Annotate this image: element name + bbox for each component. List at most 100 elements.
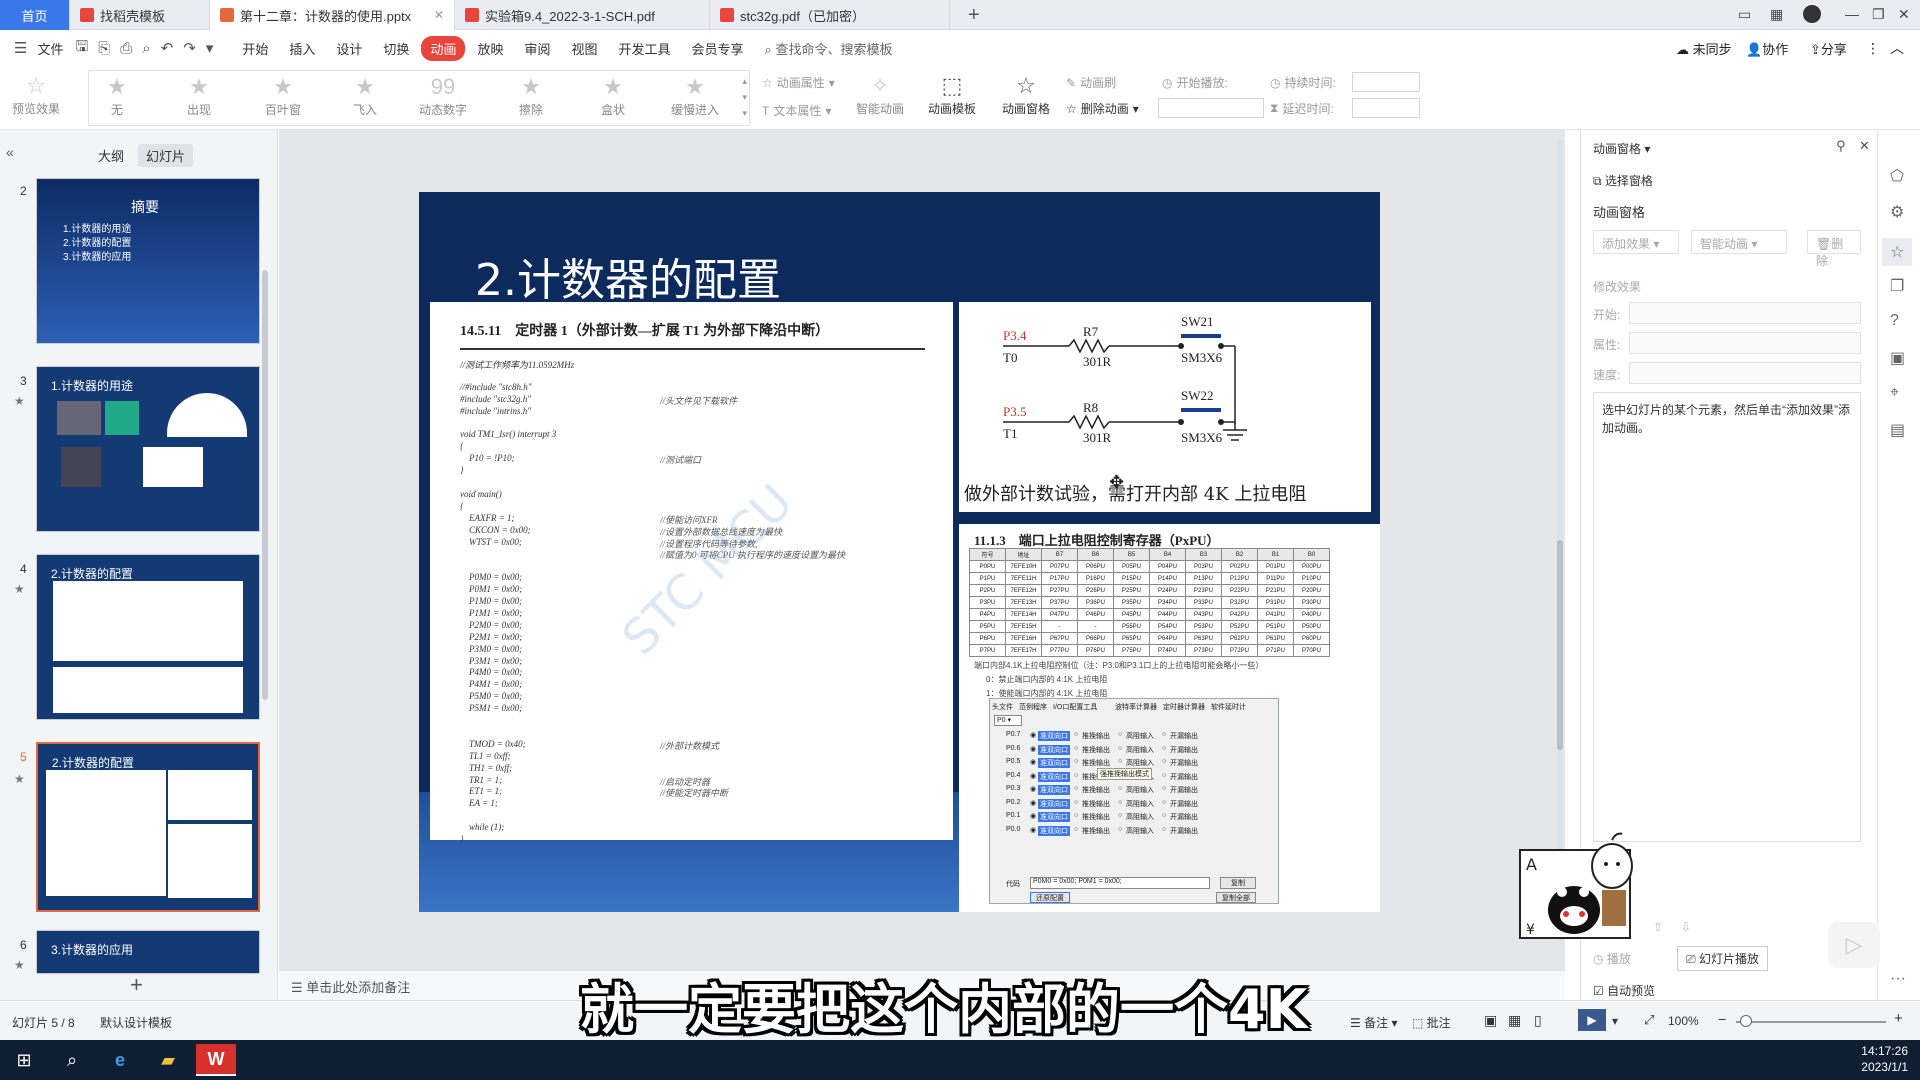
slide[interactable]: 2.计数器的配置 14.5.11 定时器 1（外部计数—扩展 T1 为外部下降沿…: [419, 192, 1380, 912]
restore-icon[interactable]: ❐: [1872, 6, 1885, 23]
mode-radio[interactable]: ○: [1118, 785, 1122, 792]
pane-close-icon[interactable]: ✕: [1859, 138, 1870, 154]
mode-radio[interactable]: ○: [1074, 799, 1078, 806]
mode-radio[interactable]: ◉: [1030, 758, 1036, 766]
anim-blinds[interactable]: ★ 百叶窗: [265, 73, 301, 118]
minimize-icon[interactable]: —: [1845, 6, 1859, 22]
code-output[interactable]: P0M0 = 0x00; P0M1 = 0x00;: [1030, 877, 1210, 889]
menu-view[interactable]: 视图: [562, 36, 606, 61]
mode-radio[interactable]: ○: [1118, 745, 1122, 752]
mode-radio[interactable]: ○: [1162, 758, 1166, 765]
slide-thumbnail-5[interactable]: 2.计数器的配置: [36, 742, 260, 912]
more-dots-icon[interactable]: ···: [1890, 970, 1906, 988]
menu-start[interactable]: 开始: [233, 36, 277, 61]
anim-pane-button[interactable]: ☆ 动画窗格: [1002, 72, 1050, 117]
tool-tab[interactable]: 范例程序: [1019, 702, 1047, 712]
smart-anim-pane-button[interactable]: 智能动画 ▾: [1691, 230, 1787, 254]
mode-radio[interactable]: ○: [1074, 745, 1078, 752]
tool-tab[interactable]: 头文件: [992, 702, 1013, 712]
code-image[interactable]: 14.5.11 定时器 1（外部计数—扩展 T1 为外部下降沿中断） //测试工…: [430, 302, 953, 844]
print-icon[interactable]: ⎙: [120, 40, 132, 57]
slide-thumbnail-3[interactable]: 1.计数器的用途: [36, 366, 260, 532]
add-slide-icon[interactable]: +: [130, 972, 143, 998]
menu-transition[interactable]: 切换: [374, 36, 418, 61]
anim-box[interactable]: ★ 盒状: [601, 73, 625, 118]
mode-radio[interactable]: ○: [1118, 731, 1122, 738]
menu-devtools[interactable]: 开发工具: [610, 36, 680, 61]
canvas-scrollbar[interactable]: [1557, 540, 1563, 750]
zoom-out-icon[interactable]: −: [1718, 1011, 1726, 1027]
copy-all-button[interactable]: 复制全部: [1216, 892, 1256, 903]
wps-icon[interactable]: W: [196, 1044, 236, 1076]
anim-brush-button[interactable]: ✎ 动画刷: [1066, 74, 1116, 91]
edge-icon[interactable]: e: [96, 1040, 144, 1080]
start-select[interactable]: [1629, 302, 1861, 324]
mode-radio[interactable]: ○: [1074, 785, 1078, 792]
tool-tab[interactable]: 定时器计算器: [1163, 702, 1205, 712]
tab-outline[interactable]: 大纲: [90, 144, 132, 167]
mode-radio[interactable]: ○: [1162, 731, 1166, 738]
anim-dynamic-number[interactable]: 99 动态数字: [419, 73, 467, 118]
location-icon[interactable]: ⌖: [1890, 384, 1899, 402]
mode-radio[interactable]: ○: [1074, 812, 1078, 819]
copy-button[interactable]: 复制: [1220, 877, 1256, 889]
mode-radio[interactable]: ○: [1162, 745, 1166, 752]
tool-tab[interactable]: 软件延时计: [1211, 702, 1246, 712]
anim-props-button[interactable]: ☆ 动画属性 ▾: [762, 74, 835, 91]
mode-radio[interactable]: ○: [1162, 799, 1166, 806]
reset-config-button[interactable]: 还原配置: [1030, 892, 1070, 903]
anim-none[interactable]: ★ 无: [107, 73, 127, 118]
autopreview-checkbox[interactable]: ☑ 自动预览: [1593, 982, 1655, 999]
menu-slideshow[interactable]: 放映: [468, 36, 512, 61]
slideshow-play-button[interactable]: ▶: [1578, 1009, 1606, 1031]
tab-pptx[interactable]: 第十二章：计数器的使用.pptx ✕: [210, 0, 455, 30]
port-select[interactable]: P0 ▾: [994, 715, 1022, 726]
delete-button[interactable]: 🗑删除: [1807, 230, 1861, 268]
mode-radio[interactable]: ◉: [1030, 812, 1036, 820]
anim-slow-enter[interactable]: ★ 缓慢进入: [671, 73, 719, 118]
system-clock[interactable]: 14:17:26 2023/1/1: [1861, 1043, 1908, 1075]
io-config-tool[interactable]: 头文件 范例程序 I/O口配置工具 波特率计算器 定时器计算器 软件延时计 P0 ▾ P0…: [989, 698, 1279, 904]
close-icon[interactable]: ✕: [434, 8, 444, 22]
slide-thumbnail-2[interactable]: 摘要 1.计数器的用途 2.计数器的配置 3.计数器的应用: [36, 178, 260, 344]
mode-radio[interactable]: ○: [1074, 758, 1078, 765]
duration-input[interactable]: [1352, 72, 1420, 92]
tool-tab[interactable]: 波特率计算器: [1115, 702, 1157, 712]
command-search[interactable]: ⌕ 查找命令、搜索模板: [756, 36, 902, 61]
mode-radio[interactable]: ◉: [1030, 785, 1036, 793]
settings-slider-icon[interactable]: ⚙: [1890, 202, 1904, 222]
window-close-icon[interactable]: ✕: [1898, 6, 1910, 23]
file-explorer-icon[interactable]: ▰: [144, 1040, 192, 1080]
add-tab-icon[interactable]: +: [968, 4, 980, 27]
mode-radio[interactable]: ○: [1118, 799, 1122, 806]
mode-radio[interactable]: ○: [1118, 826, 1122, 833]
anim-template-button[interactable]: ⬚ 动画模板: [928, 72, 976, 117]
slide-title[interactable]: 2.计数器的配置: [475, 244, 781, 308]
play-button[interactable]: ◷ 播放: [1593, 950, 1631, 967]
tab-home[interactable]: 首页: [0, 0, 70, 30]
book-icon[interactable]: ▤: [1890, 420, 1905, 440]
menu-member[interactable]: 会员专享: [683, 36, 753, 61]
hamburger-icon[interactable]: ☰: [14, 39, 27, 57]
gallery-scroll[interactable]: ▴ ▾ ▾: [742, 73, 747, 121]
template-name[interactable]: 默认设计模板: [100, 1014, 172, 1031]
image-icon[interactable]: ▣: [1890, 348, 1905, 368]
normal-view-icon[interactable]: ▣: [1484, 1012, 1497, 1029]
zoom-level[interactable]: 100%: [1668, 1014, 1699, 1028]
mode-radio[interactable]: ○: [1118, 812, 1122, 819]
mode-radio[interactable]: ○: [1162, 826, 1166, 833]
zoom-slider[interactable]: [1736, 1021, 1886, 1023]
windows-start-icon[interactable]: ⊞: [0, 1040, 48, 1080]
mode-radio[interactable]: ○: [1074, 731, 1078, 738]
sorter-view-icon[interactable]: ▦: [1508, 1012, 1521, 1029]
animation-star-icon[interactable]: ☆: [1882, 238, 1913, 266]
slide-thumbnail-6[interactable]: 3.计数器的应用: [36, 930, 260, 974]
collapse-panel-icon[interactable]: «: [6, 144, 14, 160]
export-icon[interactable]: ⎘: [98, 40, 110, 57]
collapse-ribbon-icon[interactable]: ︿: [1890, 38, 1904, 58]
mode-radio[interactable]: ○: [1118, 758, 1122, 765]
collab-button[interactable]: 👤协作: [1746, 39, 1788, 58]
prop-select[interactable]: [1629, 332, 1861, 354]
anim-fly-in[interactable]: ★ 飞入: [353, 73, 377, 118]
reading-view-icon[interactable]: ▯: [1534, 1012, 1542, 1029]
